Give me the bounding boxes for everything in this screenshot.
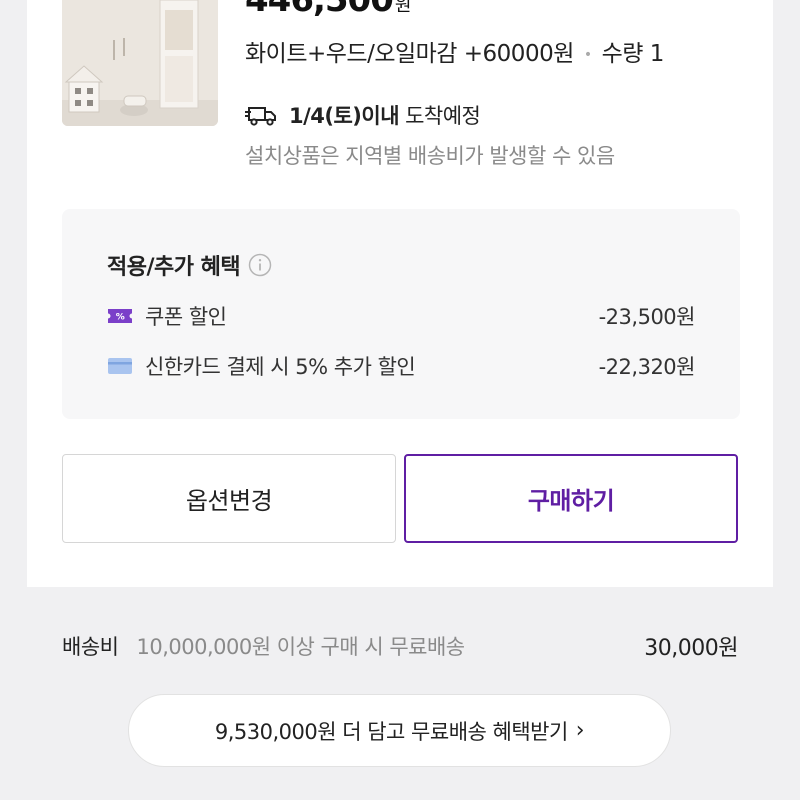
product-thumbnail[interactable] (62, 0, 218, 126)
option-text: 화이트+우드/오일마감 +60000원 (245, 41, 574, 67)
shipping-fee: 30,000원 (644, 636, 738, 661)
price-value: 446,500 (245, 0, 394, 20)
benefit-item-card: 신한카드 결제 시 5% 추가 할인 -22,320원 (107, 351, 696, 381)
selected-option: 화이트+우드/오일마감 +60000원 • 수량 1 (245, 34, 664, 68)
delivery-status: 도착예정 (405, 104, 481, 128)
delivery-estimate: 1/4(토)이내 도착예정 (245, 100, 481, 130)
product-price: 446,500 원 (245, 0, 412, 20)
benefits-heading: 적용/추가 혜택 (107, 249, 272, 281)
installation-note: 설치상품은 지역별 배송비가 발생할 수 있음 (245, 144, 615, 168)
shipping-fee-row: 배송비 10,000,000원 이상 구매 시 무료배송 30,000원 (62, 630, 738, 662)
free-shipping-cta-label: 9,530,000원 더 담고 무료배송 혜택받기 (214, 719, 568, 744)
benefit-label: 신한카드 결제 시 5% 추가 할인 (145, 355, 416, 379)
benefits-panel: 적용/추가 혜택 % 쿠폰 할인 -23,500원 신한카드 결제 시 5% 추… (62, 209, 740, 419)
benefit-label: 쿠폰 할인 (145, 305, 227, 329)
svg-text:%: % (116, 313, 125, 323)
change-option-button[interactable]: 옵션변경 (62, 454, 396, 543)
price-unit: 원 (394, 0, 412, 16)
coupon-icon: % (108, 309, 132, 323)
credit-card-icon (108, 358, 132, 374)
truck-icon (245, 107, 276, 126)
chevron-right-icon: › (575, 718, 585, 743)
free-shipping-cta-button[interactable]: 9,530,000원 더 담고 무료배송 혜택받기 › (128, 694, 671, 767)
buy-button[interactable]: 구매하기 (404, 454, 738, 543)
shipping-label: 배송비 (62, 635, 119, 659)
separator-dot: • (583, 46, 592, 63)
delivery-date: 1/4(토)이내 (289, 104, 400, 128)
product-image (62, 0, 218, 126)
benefit-amount: -23,500원 (598, 305, 696, 329)
benefit-amount: -22,320원 (598, 355, 696, 379)
benefits-title: 적용/추가 혜택 (107, 255, 241, 280)
benefit-item-coupon: % 쿠폰 할인 -23,500원 (107, 301, 696, 331)
info-icon[interactable] (248, 253, 272, 277)
free-shipping-condition: 10,000,000원 이상 구매 시 무료배송 (136, 635, 465, 659)
quantity-text: 수량 1 (601, 41, 665, 67)
